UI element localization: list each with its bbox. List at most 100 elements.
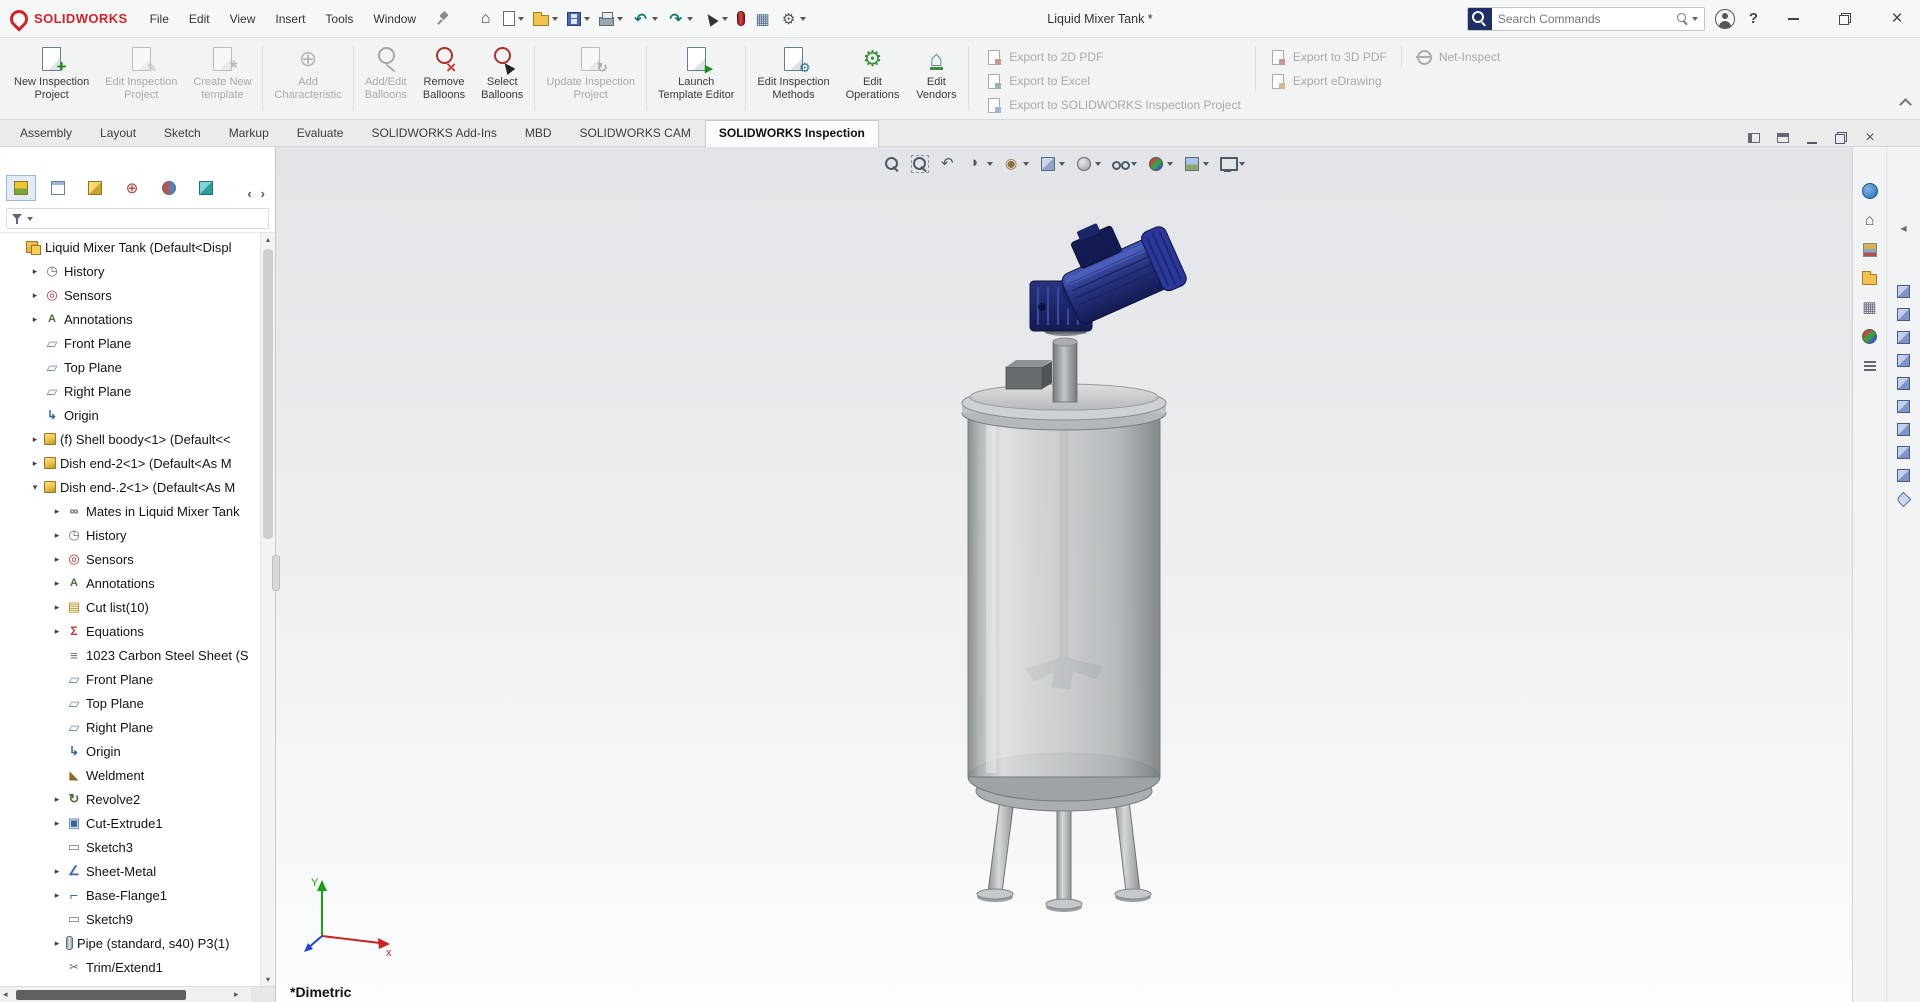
print-button[interactable] <box>596 9 626 28</box>
annotation-views-button[interactable] <box>1002 154 1030 174</box>
previous-view-button[interactable] <box>938 154 958 174</box>
update-inspection-project-button[interactable]: Update Inspection Project <box>538 40 643 117</box>
tree-item[interactable]: Base-Flange1 <box>0 883 260 907</box>
tree-item[interactable]: Top Plane <box>0 691 260 715</box>
commandmanager-tab[interactable]: SOLIDWORKS CAM <box>566 120 705 146</box>
expand-arrow-icon[interactable] <box>52 794 62 805</box>
tree-item[interactable]: Liquid Mixer Tank (Default<Displ <box>0 235 260 259</box>
menu-item[interactable]: View <box>220 8 266 30</box>
tree-item[interactable]: Origin <box>0 403 260 427</box>
expand-arrow-icon[interactable] <box>52 626 62 637</box>
export-3d-pdf-button[interactable]: Export to 3D PDF <box>1270 49 1387 65</box>
solidworks-resources-tab[interactable] <box>1861 212 1879 230</box>
inspection-cube[interactable] <box>1897 400 1910 413</box>
select-balloons-button[interactable]: Select Balloons <box>473 40 531 117</box>
remove-balloons-button[interactable]: Remove Balloons <box>415 40 473 117</box>
3dexperience-tab[interactable] <box>1861 183 1878 199</box>
pin-menubar-icon[interactable] <box>436 11 450 26</box>
export-excel-button[interactable]: Export to Excel <box>986 73 1240 89</box>
search-commands-box[interactable] <box>1466 6 1705 31</box>
featuremanager-tab[interactable] <box>6 175 36 201</box>
tree-item[interactable]: History <box>0 259 260 283</box>
tree-item[interactable]: Right Plane <box>0 379 260 403</box>
tree-item[interactable]: Sheet-Metal <box>0 859 260 883</box>
tree-vertical-scrollbar[interactable]: ▴ ▾ <box>260 233 275 986</box>
view-palette-tab[interactable] <box>1861 298 1879 316</box>
tree-item[interactable]: Right Plane <box>0 715 260 739</box>
scroll-up-icon[interactable]: ▴ <box>261 235 275 244</box>
search-icon[interactable] <box>1676 12 1690 26</box>
launch-template-editor-button[interactable]: Launch Template Editor <box>650 40 742 117</box>
edit-operations-button[interactable]: Edit Operations <box>838 40 908 117</box>
file-explorer-tab[interactable] <box>1862 271 1877 285</box>
inspection-cube[interactable] <box>1897 469 1910 482</box>
commandmanager-tab[interactable]: Sketch <box>150 120 215 146</box>
expand-arrow-icon[interactable] <box>30 314 40 325</box>
home-button[interactable] <box>474 8 497 29</box>
inspection-cube[interactable] <box>1897 446 1910 459</box>
tree-item[interactable]: Weldment <box>0 763 260 787</box>
apply-scene-button[interactable] <box>1182 154 1210 174</box>
filter-funnel-icon[interactable] <box>12 213 24 225</box>
panel-tabs-scroll-right-icon[interactable]: › <box>261 186 265 201</box>
tree-item[interactable]: Origin <box>0 739 260 763</box>
appearances-scenes-tab[interactable] <box>1862 329 1877 344</box>
taskpane-tag-icon[interactable] <box>1895 491 1912 508</box>
scroll-right-icon[interactable]: ▸ <box>234 989 239 1000</box>
export-2d-pdf-button[interactable]: Export to 2D PDF <box>986 49 1240 65</box>
tree-item[interactable]: Annotations <box>0 571 260 595</box>
section-view-button[interactable] <box>966 154 994 174</box>
commandmanager-tab[interactable]: SOLIDWORKS Inspection <box>704 120 879 147</box>
expand-arrow-icon[interactable] <box>52 890 62 901</box>
edit-inspection-methods-button[interactable]: Edit Inspection Methods <box>749 40 837 117</box>
document-restore-button[interactable] <box>1833 130 1849 146</box>
inspection-cube[interactable] <box>1897 308 1910 321</box>
hide-show-items-button[interactable] <box>1110 154 1138 174</box>
net-inspect-button[interactable]: Net-Inspect <box>1415 49 1500 65</box>
taskpane-collapse-arrow-icon[interactable] <box>1895 219 1913 237</box>
create-new-template-button[interactable]: Create New template <box>185 40 259 117</box>
tree-item[interactable]: Sensors <box>0 283 260 307</box>
tree-filter-field[interactable] <box>6 208 269 229</box>
edit-vendors-button[interactable]: Edit Vendors <box>907 40 965 117</box>
tree-item[interactable]: Dish end-2<1> (Default<As M <box>0 451 260 475</box>
dimxpertmanager-tab[interactable] <box>117 175 147 201</box>
tree-item[interactable]: Front Plane <box>0 331 260 355</box>
view-orientation-button[interactable] <box>1038 154 1066 174</box>
expand-arrow-icon[interactable] <box>52 578 62 589</box>
tree-item[interactable]: Trim/Extend1 <box>0 955 260 979</box>
menu-item[interactable]: Window <box>363 8 426 30</box>
horizontal-scroll-thumb[interactable] <box>16 990 186 1000</box>
dock-pane-button[interactable] <box>1746 130 1762 146</box>
options-button[interactable] <box>777 8 809 29</box>
view-settings-button[interactable] <box>1218 154 1246 174</box>
help-icon[interactable]: ? <box>1745 10 1762 27</box>
menu-item[interactable]: File <box>140 8 179 30</box>
window-restore-button[interactable] <box>1824 0 1866 38</box>
login-user-icon[interactable] <box>1714 8 1735 29</box>
tree-item[interactable]: Sketch3 <box>0 835 260 859</box>
edit-inspection-project-button[interactable]: Edit Inspection Project <box>97 40 185 117</box>
commandmanager-tab[interactable]: MBD <box>511 120 566 146</box>
document-minimize-button[interactable] <box>1804 130 1820 146</box>
search-input[interactable] <box>1491 11 1676 26</box>
commandmanager-tab[interactable]: Assembly <box>6 120 86 146</box>
document-close-button[interactable] <box>1862 130 1878 146</box>
panel-tabs-scroll-left-icon[interactable]: ‹ <box>247 186 251 201</box>
tree-item[interactable]: Dish end-.2<1> (Default<As M <box>0 475 260 499</box>
expand-arrow-icon[interactable] <box>30 266 40 277</box>
inspection-cube[interactable] <box>1897 377 1910 390</box>
expand-arrow-icon[interactable] <box>30 290 40 301</box>
tree-item[interactable]: Mates in Liquid Mixer Tank <box>0 499 260 523</box>
expand-arrow-icon[interactable] <box>30 482 40 493</box>
menu-item[interactable]: Tools <box>315 8 363 30</box>
orientation-triad[interactable]: Y x <box>300 872 400 962</box>
propertymanager-tab[interactable] <box>43 175 73 201</box>
tree-item[interactable]: Equations <box>0 619 260 643</box>
new-document-button[interactable] <box>500 9 527 28</box>
xpress-indicator[interactable] <box>734 9 748 28</box>
expand-arrow-icon[interactable] <box>52 506 62 517</box>
sheet-button[interactable] <box>751 8 774 29</box>
design-library-tab[interactable] <box>1862 243 1877 257</box>
vertical-scroll-thumb[interactable] <box>263 249 273 539</box>
